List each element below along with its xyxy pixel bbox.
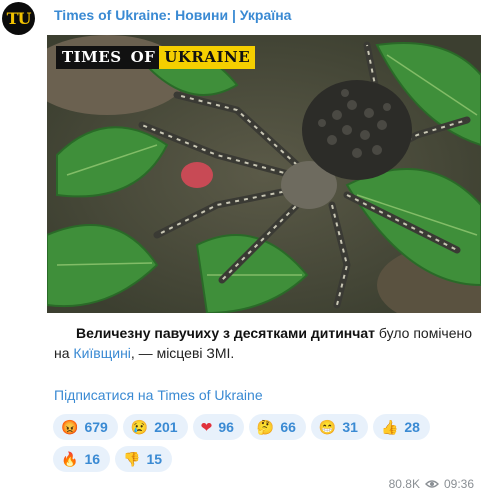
reaction-count: 28 [404, 419, 420, 435]
message-meta: 80.8K 09:36 [389, 477, 474, 491]
location-link[interactable]: Київщині [73, 345, 130, 361]
crying-face-icon: 😢 [130, 419, 149, 435]
angry-face-icon: 😡 [61, 419, 79, 435]
grinning-face-icon: 😁 [318, 419, 337, 435]
reaction-angry[interactable]: 😡 679 [53, 414, 118, 440]
reaction-fire[interactable]: 🔥 16 [53, 446, 111, 472]
red-heart-icon: ❤ [200, 419, 213, 435]
reactions-row-2: 🔥 16 👎 15 [53, 446, 473, 472]
reaction-count: 66 [280, 419, 296, 435]
thumbs-up-icon: 👍 [380, 419, 399, 435]
post-text-part2: , — місцеві ЗМІ. [130, 345, 235, 361]
reaction-count: 15 [146, 451, 163, 467]
thinking-face-icon: 🤔 [256, 419, 275, 435]
avatar-initials: TU [6, 9, 32, 28]
view-count: 80.8K [388, 477, 420, 491]
reaction-thumbs-down[interactable]: 👎 15 [115, 446, 173, 472]
reaction-count: 31 [342, 419, 358, 435]
channel-name[interactable]: Times of Ukraine: Новини | Україна [54, 7, 291, 23]
watermark-of: OF [126, 46, 160, 69]
reaction-count: 96 [218, 419, 234, 435]
reaction-thumbs-up[interactable]: 👍 28 [372, 414, 430, 440]
watermark-ukraine: UKRAINE [159, 46, 256, 69]
post-photo[interactable]: TIMES OF UKRAINE [47, 35, 481, 313]
subscribe-link[interactable]: Підписатися на Times of Ukraine [54, 387, 263, 403]
reaction-grinning[interactable]: 😁 31 [310, 414, 368, 440]
watermark-times: TIMES [56, 46, 127, 69]
channel-avatar[interactable]: TU [2, 2, 35, 35]
reaction-heart[interactable]: ❤ 96 [192, 414, 244, 440]
reactions-row-1: 😡 679 😢 201 ❤ 96 🤔 66 😁 31 👍 28 [53, 414, 473, 440]
eye-icon [424, 480, 439, 488]
reaction-count: 679 [84, 419, 108, 435]
reactions-panel: 😡 679 😢 201 ❤ 96 🤔 66 😁 31 👍 28 🔥 16 👎 1… [53, 414, 473, 478]
reaction-count: 16 [84, 451, 101, 467]
message-time: 09:36 [443, 477, 474, 491]
reaction-count: 201 [154, 419, 178, 435]
post-text: Величезну павучиху з десятками дитинчат … [54, 323, 474, 363]
reaction-crying[interactable]: 😢 201 [122, 414, 188, 440]
post-text-bold: Величезну павучиху з десятками дитинчат [76, 325, 376, 341]
message-bubble: Times of Ukraine: Новини | Україна TIMES… [43, 0, 484, 494]
watermark-logo: TIMES OF UKRAINE [56, 46, 256, 69]
fire-icon: 🔥 [61, 451, 79, 467]
thumbs-down-icon: 👎 [123, 451, 141, 467]
reaction-thinking[interactable]: 🤔 66 [248, 414, 306, 440]
spider-photo-image [47, 35, 481, 313]
